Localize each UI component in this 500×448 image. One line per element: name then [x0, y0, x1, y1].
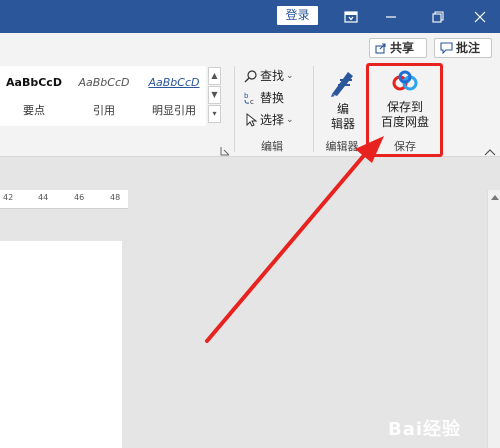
red-arrow-annotation — [205, 136, 384, 343]
watermark: Bai经验 — [388, 419, 462, 440]
